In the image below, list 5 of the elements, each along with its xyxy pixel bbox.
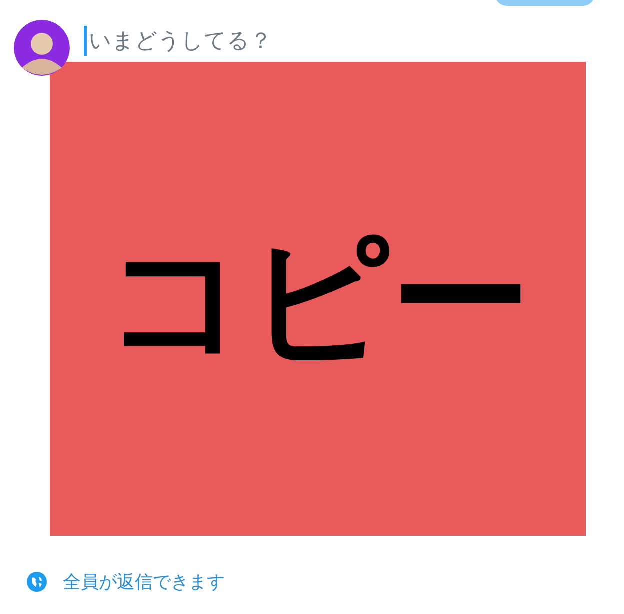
avatar bbox=[14, 20, 70, 76]
image-text: コピー bbox=[105, 222, 531, 376]
reply-setting-link[interactable]: 全員が返信できます bbox=[63, 570, 225, 594]
tweet-input[interactable]: いまどうしてる？ bbox=[89, 26, 289, 56]
globe-icon bbox=[27, 572, 47, 592]
